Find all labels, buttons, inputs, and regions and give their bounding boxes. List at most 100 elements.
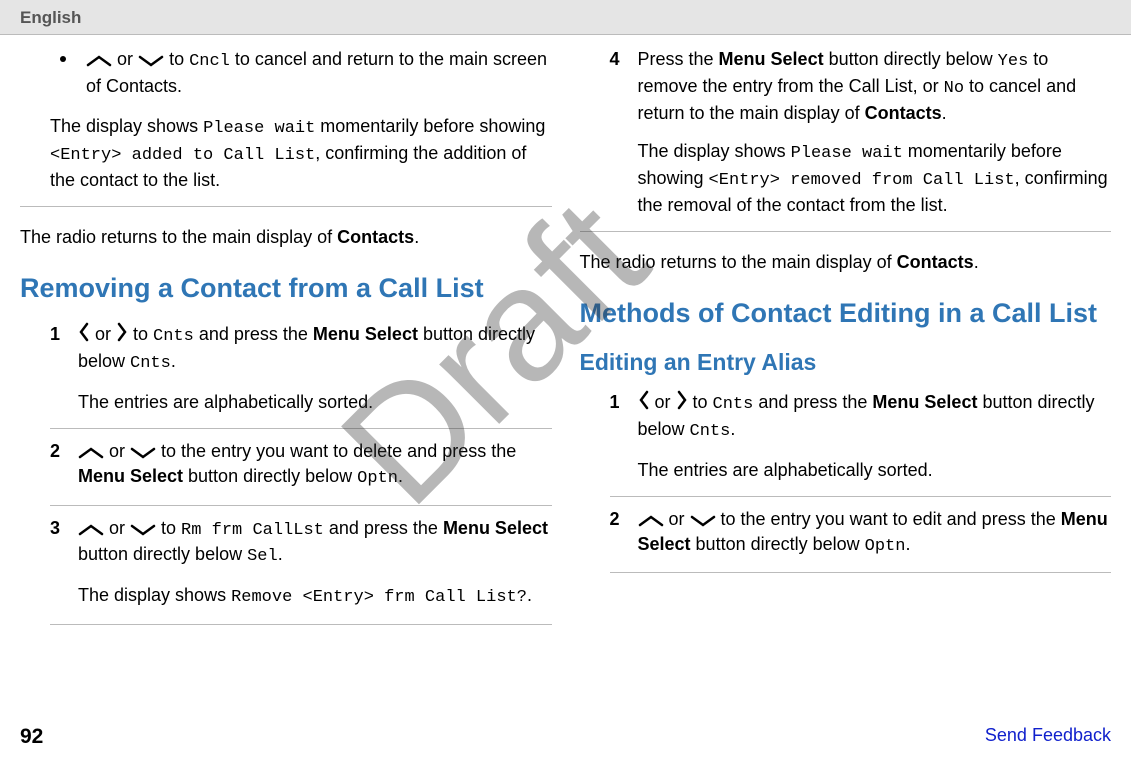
divider xyxy=(20,206,552,207)
step-para: The display shows Please wait momentaril… xyxy=(638,139,1112,217)
txt: or xyxy=(104,518,130,538)
txt: or xyxy=(90,324,116,344)
txt: The display shows xyxy=(50,116,203,136)
divider xyxy=(50,505,552,506)
step-para: The display shows Remove <Entry> frm Cal… xyxy=(78,583,552,610)
left-arrow-icon xyxy=(78,322,90,342)
txt: The radio returns to the main display of xyxy=(20,227,337,247)
right-arrow-icon xyxy=(116,322,128,342)
header-language: English xyxy=(0,0,1131,35)
down-arrow-icon xyxy=(138,55,164,67)
txt: and press the xyxy=(194,324,313,344)
txt: Menu Select xyxy=(443,518,548,538)
left-column: or to Cncl to cancel and return to the m… xyxy=(10,47,562,631)
txt: The radio returns to the main display of xyxy=(580,252,897,272)
divider xyxy=(580,231,1112,232)
txt: and press the xyxy=(753,392,872,412)
mono: Optn xyxy=(357,469,398,488)
bullet-icon xyxy=(60,56,66,62)
step-number: 3 xyxy=(50,516,78,540)
mono: Sel xyxy=(247,547,278,566)
txt: to the entry you want to edit and press … xyxy=(716,509,1061,529)
divider xyxy=(610,572,1112,573)
txt: or xyxy=(650,392,676,412)
right-column: 4 Press the Menu Select button directly … xyxy=(570,47,1122,631)
mono: <Entry> removed from Call List xyxy=(709,171,1015,190)
mono-cncl: Cncl xyxy=(189,52,230,71)
step-number: 4 xyxy=(610,47,638,71)
mono: Please wait xyxy=(791,144,903,163)
mono: Cnts xyxy=(153,327,194,346)
mono: Remove <Entry> frm Call List? xyxy=(231,588,527,607)
mono: Optn xyxy=(865,537,906,556)
para-please-wait: The display shows Please wait momentaril… xyxy=(50,114,552,192)
mono: Yes xyxy=(998,52,1029,71)
step-number: 2 xyxy=(610,507,638,531)
step-1: 1 or to Cnts and press the Menu Select b… xyxy=(50,322,552,414)
txt: or xyxy=(104,441,130,461)
txt: Menu Select xyxy=(719,49,824,69)
divider xyxy=(610,496,1112,497)
txt: Press the xyxy=(638,49,719,69)
txt: . xyxy=(278,544,283,564)
page-number: 92 xyxy=(20,725,43,749)
txt: Menu Select xyxy=(78,466,183,486)
down-arrow-icon xyxy=(130,524,156,536)
bullet-cncl: or to Cncl to cancel and return to the m… xyxy=(60,47,552,98)
edit-step-2: 2 or to the entry you want to edit and p… xyxy=(610,507,1112,558)
down-arrow-icon xyxy=(130,447,156,459)
step-number: 2 xyxy=(50,439,78,463)
mono: Rm frm CallLst xyxy=(181,521,324,540)
down-arrow-icon xyxy=(690,515,716,527)
heading-removing: Removing a Contact from a Call List xyxy=(20,272,552,304)
txt: The display shows xyxy=(638,141,791,161)
txt: . xyxy=(398,466,403,486)
mono: <Entry> added to Call List xyxy=(50,146,315,165)
mono: Cnts xyxy=(713,395,754,414)
heading-editing-alias: Editing an Entry Alias xyxy=(580,349,1112,376)
up-arrow-icon xyxy=(638,515,664,527)
txt: to xyxy=(156,518,181,538)
mono: Please wait xyxy=(203,119,315,138)
step-number: 1 xyxy=(610,390,638,414)
left-arrow-icon xyxy=(638,390,650,410)
txt: or xyxy=(664,509,690,529)
txt: . xyxy=(527,585,532,605)
content-columns: or to Cncl to cancel and return to the m… xyxy=(0,35,1131,631)
step-para: The entries are alphabetically sorted. xyxy=(638,458,1112,482)
up-arrow-icon xyxy=(78,524,104,536)
txt: . xyxy=(942,103,947,123)
txt: . xyxy=(414,227,419,247)
txt: . xyxy=(171,351,176,371)
up-arrow-icon xyxy=(78,447,104,459)
mono: No xyxy=(944,79,964,98)
txt: Menu Select xyxy=(313,324,418,344)
txt: button directly below xyxy=(78,544,247,564)
txt: Menu Select xyxy=(872,392,977,412)
bold-contacts: Contacts xyxy=(897,252,974,272)
step-3: 3 or to Rm frm CallLst and press the Men… xyxy=(50,516,552,611)
txt: to xyxy=(169,49,189,69)
txt: and press the xyxy=(324,518,443,538)
returns-text: The radio returns to the main display of… xyxy=(580,250,1112,274)
divider xyxy=(50,428,552,429)
txt: button directly below xyxy=(824,49,998,69)
divider xyxy=(50,624,552,625)
step-para: The entries are alphabetically sorted. xyxy=(78,390,552,414)
txt: . xyxy=(905,534,910,554)
txt: The display shows xyxy=(78,585,231,605)
step-2: 2 or to the entry you want to delete and… xyxy=(50,439,552,490)
txt: button directly below xyxy=(183,466,357,486)
mono: Cnts xyxy=(690,422,731,441)
edit-step-1: 1 or to Cnts and press the Menu Select b… xyxy=(610,390,1112,482)
txt: to the entry you want to delete and pres… xyxy=(156,441,516,461)
step-4: 4 Press the Menu Select button directly … xyxy=(610,47,1112,217)
txt: momentarily before showing xyxy=(315,116,545,136)
bold-contacts: Contacts xyxy=(337,227,414,247)
send-feedback-link[interactable]: Send Feedback xyxy=(985,725,1111,749)
mono: Cnts xyxy=(130,354,171,373)
txt: to xyxy=(688,392,713,412)
right-arrow-icon xyxy=(676,390,688,410)
heading-methods: Methods of Contact Editing in a Call Lis… xyxy=(580,297,1112,329)
up-arrow-icon xyxy=(86,55,112,67)
